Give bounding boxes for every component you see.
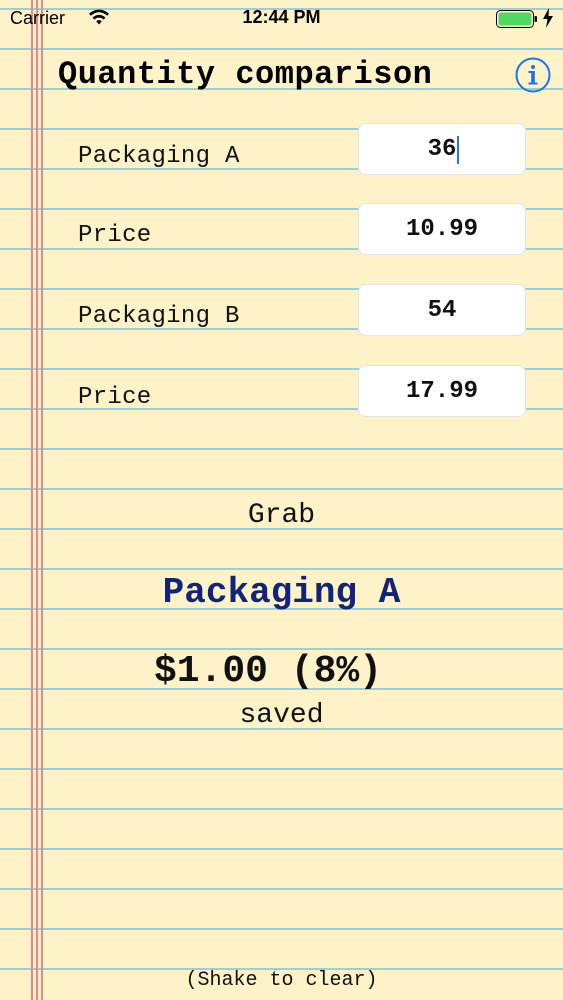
packaging-b-label: Packaging B [78,303,240,330]
price-a-label: Price [78,222,152,249]
packaging-b-input[interactable] [358,284,526,336]
result-package: Packaging A [162,572,401,613]
info-icon[interactable] [515,57,551,93]
shake-hint: (Shake to clear) [185,969,378,992]
packaging-a-input[interactable] [358,123,526,175]
packaging-a-label: Packaging A [78,143,240,170]
result-savings: $1.00 (8%) [153,650,383,693]
price-b-input[interactable] [358,365,526,417]
price-b-label: Price [78,384,152,411]
price-a-input[interactable] [358,203,526,255]
result-grab-label: Grab [247,500,316,531]
status-time: 12:44 PM [242,7,321,27]
charging-bolt-icon [543,8,553,28]
text-cursor [457,136,459,164]
page-title: Quantity comparison [58,56,433,93]
status-bar: Carrier 12:44 PM [0,0,563,38]
result-saved-label: saved [239,700,324,731]
battery-icon [496,10,537,28]
